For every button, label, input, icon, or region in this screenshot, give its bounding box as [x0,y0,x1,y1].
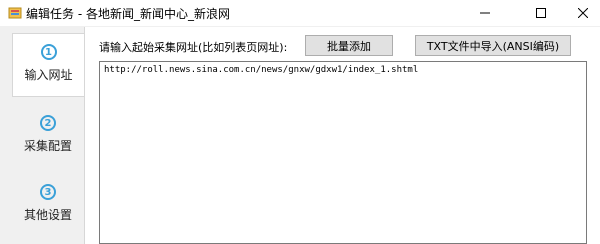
sidebar-item-collect-config[interactable]: 2 采集配置 [12,115,84,155]
app-icon [8,7,22,19]
maximize-icon [536,8,546,18]
start-url-textarea[interactable]: http://roll.news.sina.com.cn/news/gnxw/g… [99,61,587,244]
batch-add-button[interactable]: 批量添加 [305,35,393,56]
window-title: 编辑任务 - 各地新闻_新闻中心_新浪网 [26,7,230,21]
url-input-panel: 请输入起始采集网址(比如列表页网址): 批量添加 TXT文件中导入(ANSI编码… [84,27,600,244]
sidebar-item-label: 采集配置 [23,139,72,153]
edit-task-window: 编辑任务 - 各地新闻_新闻中心_新浪网 1 输入网址 2 采集配置 3 其他设… [0,0,600,244]
maximize-button[interactable] [518,0,564,26]
step-sidebar: 1 输入网址 2 采集配置 3 其他设置 [0,27,84,244]
minimize-icon [480,12,490,14]
sidebar-item-label: 输入网址 [24,68,73,82]
step-number-icon: 1 [40,44,57,60]
start-url-prompt: 请输入起始采集网址(比如列表页网址): [99,41,288,54]
close-button[interactable] [560,0,600,26]
sidebar-item-input-url[interactable]: 1 输入网址 [12,33,84,97]
sidebar-item-other-settings[interactable]: 3 其他设置 [12,184,84,224]
import-txt-button[interactable]: TXT文件中导入(ANSI编码) [415,35,571,56]
sidebar-item-label: 其他设置 [23,208,72,222]
step-number-icon: 2 [40,115,56,131]
title-bar: 编辑任务 - 各地新闻_新闻中心_新浪网 [0,0,600,26]
minimize-button[interactable] [462,0,508,26]
close-icon [578,8,588,18]
step-number-icon: 3 [40,184,56,200]
